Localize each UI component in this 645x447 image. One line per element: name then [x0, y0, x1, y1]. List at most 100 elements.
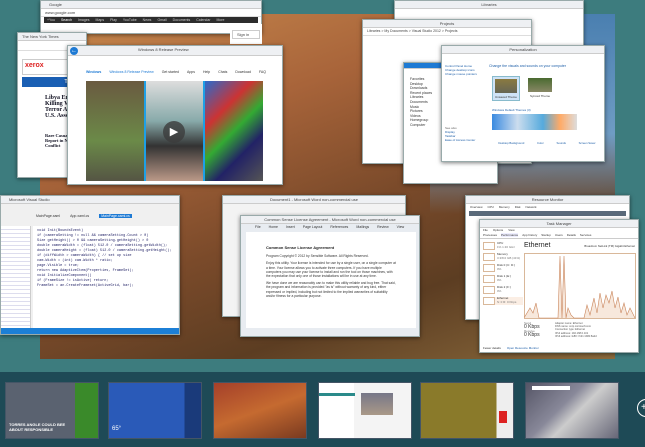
menu-page-layout[interactable]: Page Layout: [303, 225, 323, 229]
nav-item[interactable]: Play: [110, 17, 117, 23]
thumb-weather-app[interactable]: 65°: [108, 382, 202, 439]
code-editor[interactable]: void Init(BoundsEvent) if (cameraSetting…: [33, 226, 178, 328]
screen-saver-link[interactable]: Screen Saver: [579, 141, 596, 145]
nav-item[interactable]: Calendar: [196, 17, 210, 23]
breadcrumb[interactable]: Libraries > My Documents > Visual Studio…: [363, 28, 531, 36]
tab-disk[interactable]: Disk: [515, 205, 521, 209]
thumb-desktop-wallpaper[interactable]: [213, 382, 307, 439]
chrome-tab[interactable]: Google: [41, 1, 261, 9]
play-icon[interactable]: ▶: [163, 121, 185, 143]
solution-explorer[interactable]: [1, 226, 31, 328]
nav-item[interactable]: Maps: [96, 17, 105, 23]
new-desktop-button[interactable]: +: [637, 399, 645, 417]
tab-app-history[interactable]: App history: [522, 233, 537, 237]
back-arrow-icon[interactable]: ←: [70, 47, 78, 55]
sounds-link[interactable]: Sounds: [556, 141, 566, 145]
doc-paragraph: We have done we are reasonably can to ma…: [266, 281, 396, 298]
tab-performance[interactable]: Performance: [501, 233, 519, 237]
menu-options[interactable]: Options: [493, 228, 503, 232]
color-link[interactable]: Color: [537, 141, 544, 145]
tab-services[interactable]: Services: [580, 233, 592, 237]
thumb-caption: 65°: [112, 426, 122, 432]
nav-link[interactable]: Chats: [218, 70, 227, 74]
perf-sidebar-item[interactable]: Disk 0 (C: D:) 0%: [483, 263, 523, 272]
thumb-sports-app[interactable]: TORRES ANGLE COULD BEE ABOUT RESPONSIBLE: [5, 382, 99, 439]
nav-link[interactable]: Help: [203, 70, 210, 74]
window-title: Resource Monitor: [466, 196, 629, 204]
nav-item[interactable]: Gmail: [157, 17, 166, 23]
mini-graph: [483, 242, 495, 250]
video-player[interactable]: ▶: [86, 81, 264, 181]
address-bar[interactable]: www.google.com: [41, 9, 261, 17]
menu-review[interactable]: Review: [377, 225, 388, 229]
visual-studio-window[interactable]: Microsoft Visual Studio MainPage.xaml Ap…: [0, 195, 180, 335]
nav-item[interactable]: Search: [61, 17, 72, 23]
news-tab[interactable]: The New York Times: [18, 33, 86, 41]
menu-file[interactable]: File: [483, 228, 488, 232]
thumb-news-app[interactable]: [420, 382, 514, 439]
virtual-desktop-strip: TORRES ANGLE COULD BEE ABOUT RESPONSIBLE…: [0, 372, 645, 447]
perf-sidebar-item[interactable]: Disk 1 (E:) 0%: [483, 274, 523, 283]
tab-mainpage-xaml[interactable]: MainPage.xaml: [36, 214, 60, 218]
nav-item[interactable]: +You: [47, 17, 55, 23]
ie-tab[interactable]: Windows 8 Release Preview: [68, 46, 282, 56]
nav-item[interactable]: More: [217, 17, 225, 23]
thumb-bing-maps[interactable]: [525, 382, 619, 439]
mini-graph: [483, 286, 495, 294]
mouse-pointers-link[interactable]: Change mouse pointers: [445, 72, 485, 76]
document-page[interactable]: Common Sense License Agreement Program C…: [246, 232, 416, 328]
perf-sidebar-item[interactable]: Disk 2 (F:) 0%: [483, 285, 523, 294]
menu-home[interactable]: Home: [269, 225, 278, 229]
nav-link[interactable]: Get started: [162, 70, 179, 74]
fewer-details-link[interactable]: Fewer details: [483, 346, 501, 350]
nav-item[interactable]: News: [143, 17, 152, 23]
tab-details[interactable]: Details: [567, 233, 576, 237]
thumb-pc-settings[interactable]: [318, 382, 412, 439]
ie-window[interactable]: Windows 8 Release Preview ← Windows Wind…: [67, 45, 283, 185]
perf-sidebar-item[interactable]: CPU 1% 1.30 GHz: [483, 241, 523, 250]
brand[interactable]: Windows: [86, 70, 101, 74]
menu-view[interactable]: View: [397, 225, 405, 229]
open-resource-monitor-link[interactable]: Open Resource Monitor: [507, 346, 539, 350]
thumb-caption: TORRES ANGLE COULD BEE ABOUT RESPONSIBLE: [9, 422, 66, 432]
nav-item[interactable]: Documents: [173, 17, 191, 23]
tab-overview[interactable]: Overview: [470, 205, 483, 209]
ease-of-access-link[interactable]: Ease of Access Center: [445, 138, 485, 142]
menu-insert[interactable]: Insert: [286, 225, 295, 229]
perf-heading: Ethernet: [524, 242, 551, 249]
status-bar: [1, 328, 179, 334]
default-themes[interactable]: [492, 114, 577, 130]
tab-startup[interactable]: Startup: [541, 233, 551, 237]
task-manager-window[interactable]: Task Manager File Options View Processes Pe…: [479, 219, 639, 353]
sign-in-button[interactable]: Sign in: [232, 30, 260, 39]
word-window-front[interactable]: Common Sense License Agreement - Microso…: [240, 215, 420, 337]
menu-mailings[interactable]: Mailings: [356, 225, 369, 229]
item-value: 0%: [497, 266, 502, 271]
tab-network[interactable]: Network: [526, 205, 537, 209]
nav-item[interactable]: Images: [78, 17, 89, 23]
tab-mainpage-xaml-cs[interactable]: MainPage.xaml.cs: [99, 214, 132, 218]
tab-users[interactable]: Users: [555, 233, 563, 237]
nav-link[interactable]: Download: [235, 70, 251, 74]
nav-link[interactable]: FAQ: [259, 70, 266, 74]
mini-graph: [483, 264, 495, 272]
chrome-window[interactable]: Google www.google.com +You Search Images Ma…: [40, 0, 262, 34]
nav-link[interactable]: Apps: [187, 70, 195, 74]
theme-synced[interactable]: Synced Theme: [526, 76, 554, 101]
theme-unsaved[interactable]: Unsaved Theme: [492, 76, 520, 101]
theme-label: Synced Theme: [529, 94, 551, 98]
personalization-window[interactable]: Personalization Control Panel Home Chang…: [441, 45, 605, 162]
tab-cpu[interactable]: CPU: [488, 205, 494, 209]
tab-processes[interactable]: Processes: [483, 233, 497, 237]
nav-item[interactable]: YouTube: [123, 17, 137, 23]
mini-graph: [483, 297, 495, 305]
menu-view[interactable]: View: [508, 228, 514, 232]
menu-file[interactable]: File: [255, 225, 261, 229]
tab-app-xaml-cs[interactable]: App.xaml.cs: [70, 214, 89, 218]
menu-references[interactable]: References: [330, 225, 348, 229]
nav-link[interactable]: Windows 8 Release Preview: [109, 70, 153, 74]
tab-memory[interactable]: Memory: [499, 205, 510, 209]
desktop-background-link[interactable]: Desktop Background: [498, 141, 524, 145]
perf-sidebar-item[interactable]: Memory 3.3/8.0 GB (41%): [483, 252, 523, 261]
perf-sidebar-item[interactable]: Ethernet S: 0 R: 0 Kbps: [483, 296, 523, 305]
